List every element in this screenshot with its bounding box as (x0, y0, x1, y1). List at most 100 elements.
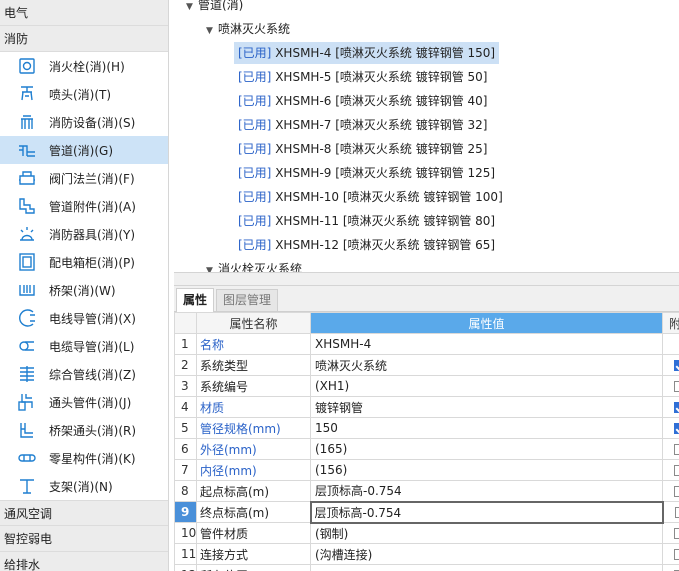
sidebar-item-label: 零星构件(消)(K) (49, 451, 136, 466)
property-row[interactable]: 4 材质 镀锌钢管 (174, 396, 679, 418)
sidebar-item-wire-conduit[interactable]: 电线导管(消)(X) (0, 304, 168, 332)
property-row[interactable]: 5 管径规格(mm) 150 (174, 417, 679, 439)
row-number[interactable]: 7 (174, 459, 197, 481)
property-name: 起点标高(m) (196, 480, 311, 502)
tree-leaf-pipe[interactable]: [已用] XHSMH-7 [喷淋灭火系统 镀锌钢管 32] (234, 114, 491, 136)
sidebar-item-label: 电线导管(消)(X) (49, 311, 136, 326)
property-value[interactable] (310, 564, 663, 571)
sidebar-item-fire-appliance[interactable]: 消防器具(消)(Y) (0, 220, 168, 248)
row-number[interactable]: 2 (174, 354, 197, 376)
category-smart-control[interactable]: 智控弱电 (0, 526, 168, 552)
attach-checkbox[interactable] (674, 486, 679, 497)
sidebar-item-valve[interactable]: 阀门法兰(消)(F) (0, 164, 168, 192)
tree-root-node[interactable]: ▼ 管道(消) (186, 0, 243, 16)
attach-checkbox[interactable] (674, 381, 679, 392)
property-row[interactable]: 2 系统类型 喷淋灭火系统 (174, 354, 679, 376)
property-value[interactable]: (156) (310, 459, 663, 481)
header-property-name[interactable]: 属性名称 (196, 312, 311, 334)
category-water-supply[interactable]: 给排水 (0, 552, 168, 571)
property-value[interactable]: 150 (310, 417, 663, 439)
category-fire-protection[interactable]: 消防 (0, 26, 168, 52)
property-extra-cell (662, 564, 679, 571)
property-value[interactable]: (沟槽连接) (310, 543, 663, 565)
sidebar-item-misc-component[interactable]: 零星构件(消)(K) (0, 444, 168, 472)
tab-layer-management[interactable]: 图层管理 (216, 289, 279, 311)
attach-checkbox[interactable] (674, 549, 679, 560)
tree-group-node[interactable]: ▼ 喷淋灭火系统 (206, 18, 290, 40)
attach-checkbox[interactable] (674, 423, 679, 434)
property-row[interactable]: 6 外径(mm) (165) (174, 438, 679, 460)
property-row[interactable]: 12所在位置 (174, 564, 679, 571)
tree-leaf-pipe[interactable]: [已用] XHSMH-11 [喷淋灭火系统 镀锌钢管 80] (234, 210, 499, 232)
tab-properties[interactable]: 属性 (176, 288, 215, 312)
row-number[interactable]: 12 (174, 564, 197, 571)
attach-checkbox[interactable] (674, 465, 679, 476)
sidebar-item-cable-tray[interactable]: 桥架(消)(W) (0, 276, 168, 304)
row-number[interactable]: 6 (174, 438, 197, 460)
property-row[interactable]: 7 内径(mm) (156) (174, 459, 679, 481)
property-value[interactable]: (XH1) (310, 375, 663, 397)
property-row[interactable]: 1 名称 XHSMH-4 (174, 333, 679, 355)
sidebar-item-distribution-box[interactable]: 配电箱柜(消)(P) (0, 248, 168, 276)
sidebar-item-pipe-fitting[interactable]: 管道附件(消)(A) (0, 192, 168, 220)
attach-checkbox[interactable] (674, 507, 679, 518)
sidebar-item-label: 综合管线(消)(Z) (49, 367, 136, 382)
tree-leaf-pipe[interactable]: [已用] XHSMH-5 [喷淋灭火系统 镀锌钢管 50] (234, 66, 491, 88)
attach-checkbox[interactable] (674, 444, 679, 455)
sidebar-item-label: 管道附件(消)(A) (49, 199, 136, 214)
tree-leaf-label: XHSMH-6 [喷淋灭火系统 镀锌钢管 40] (275, 94, 488, 108)
row-number[interactable]: 1 (174, 333, 197, 355)
tree-leaf-pipe[interactable]: [已用] XHSMH-8 [喷淋灭火系统 镀锌钢管 25] (234, 138, 491, 160)
property-value[interactable]: 镀锌钢管 (310, 396, 663, 418)
sidebar-item-pipe[interactable]: 管道(消)(G) (0, 136, 168, 164)
attach-checkbox[interactable] (674, 402, 679, 413)
caret-down-icon[interactable]: ▼ (186, 0, 198, 18)
property-row[interactable]: 10 管件材质 (钢制) (174, 522, 679, 544)
property-extra-cell (662, 501, 679, 523)
row-number[interactable]: 8 (174, 480, 197, 502)
sidebar-item-support[interactable]: 支架(消)(N) (0, 472, 168, 500)
property-value[interactable]: 层顶标高-0.754 (309, 500, 664, 524)
row-number[interactable]: 9 (174, 501, 197, 523)
sidebar-item-tee-fitting[interactable]: 通头管件(消)(J) (0, 388, 168, 416)
property-row[interactable]: 3 系统编号 (XH1) (174, 375, 679, 397)
sidebar-item-sprinkler[interactable]: 喷头(消)(T) (0, 80, 168, 108)
property-row[interactable]: 8 起点标高(m) 层顶标高-0.754 (174, 480, 679, 502)
tree-group-node-next[interactable]: ▼ 消火栓灭火系统 (206, 258, 302, 272)
row-number[interactable]: 10 (174, 522, 197, 544)
property-value[interactable]: 层顶标高-0.754 (310, 480, 663, 502)
attach-checkbox[interactable] (674, 528, 679, 539)
tree-leaf-pipe[interactable]: [已用] XHSMH-4 [喷淋灭火系统 镀锌钢管 150] (234, 42, 500, 64)
caret-down-icon[interactable]: ▼ (206, 260, 218, 272)
tree-leaf-pipe[interactable]: [已用] XHSMH-12 [喷淋灭火系统 镀锌钢管 65] (234, 234, 499, 256)
property-value[interactable]: 喷淋灭火系统 (310, 354, 663, 376)
property-value[interactable]: XHSMH-4 (310, 333, 663, 355)
pane-splitter[interactable] (174, 272, 679, 286)
grid-header-row: 属性名称 属性值 附 (174, 312, 679, 334)
category-electrical[interactable]: 电气 (0, 0, 168, 26)
row-number[interactable]: 11 (174, 543, 197, 565)
sidebar-item-tray-tee[interactable]: 桥架通头(消)(R) (0, 416, 168, 444)
category-hvac[interactable]: 通风空调 (0, 500, 168, 526)
distribution-box-icon (17, 252, 37, 272)
caret-down-icon[interactable]: ▼ (206, 20, 218, 42)
property-value[interactable]: (165) (310, 438, 663, 460)
sidebar-item-combined-lines[interactable]: 综合管线(消)(Z) (0, 360, 168, 388)
sidebar-item-cable-conduit[interactable]: 电缆导管(消)(L) (0, 332, 168, 360)
property-row[interactable]: 9 终点标高(m) 层顶标高-0.754 (174, 500, 679, 524)
tree-leaf-pipe[interactable]: [已用] XHSMH-10 [喷淋灭火系统 镀锌钢管 100] (234, 186, 507, 208)
property-value[interactable]: (钢制) (310, 522, 663, 544)
tree-leaf-label: XHSMH-5 [喷淋灭火系统 镀锌钢管 50] (275, 70, 488, 84)
tree-leaf-pipe[interactable]: [已用] XHSMH-9 [喷淋灭火系统 镀锌钢管 125] (234, 162, 499, 184)
sidebar-item-fire-equipment[interactable]: 消防设备(消)(S) (0, 108, 168, 136)
tree-leaf-pipe[interactable]: [已用] XHSMH-6 [喷淋灭火系统 镀锌钢管 40] (234, 90, 491, 112)
attach-checkbox[interactable] (674, 360, 679, 371)
row-number[interactable]: 3 (174, 375, 197, 397)
header-property-value[interactable]: 属性值 (310, 312, 663, 334)
header-extra[interactable]: 附 (662, 312, 679, 334)
row-number[interactable]: 5 (174, 417, 197, 439)
tree-leaf-label: XHSMH-7 [喷淋灭火系统 镀锌钢管 32] (275, 118, 488, 132)
sidebar-item-hydrant[interactable]: 消火栓(消)(H) (0, 52, 168, 80)
row-number[interactable]: 4 (174, 396, 197, 418)
property-row[interactable]: 11 连接方式 (沟槽连接) (174, 543, 679, 565)
